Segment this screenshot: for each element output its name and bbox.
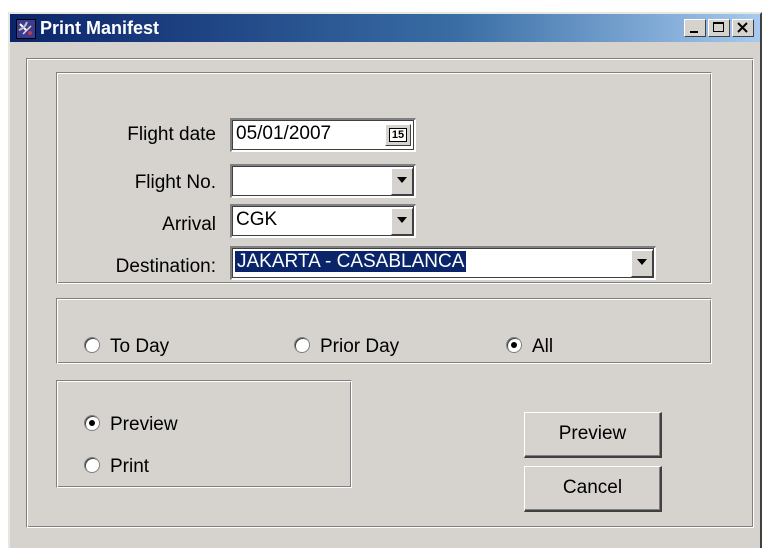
radio-circle-icon: [84, 337, 100, 353]
calendar-icon: 15: [388, 128, 408, 142]
close-button[interactable]: [732, 19, 754, 37]
close-icon: [737, 22, 748, 33]
radio-all[interactable]: All: [506, 336, 553, 358]
arrival-dropdown-button[interactable]: [391, 208, 413, 235]
chevron-down-icon: [397, 217, 407, 223]
radio-circle-icon: [84, 457, 100, 473]
flight-date-label: Flight date: [127, 124, 216, 145]
maximize-button[interactable]: [708, 19, 730, 37]
arrival-value: CGK: [236, 209, 278, 230]
flight-date-value: 05/01/2007: [236, 123, 332, 144]
destination-value: JAKARTA - CASABLANCA: [233, 250, 468, 273]
minimize-icon: [690, 31, 698, 33]
chevron-down-icon: [397, 177, 407, 183]
title-bar[interactable]: Print Manifest: [10, 14, 760, 42]
arrival-label: Arrival: [162, 214, 216, 235]
cancel-button[interactable]: Cancel: [524, 466, 662, 512]
radio-print-label: Print: [110, 456, 150, 477]
radio-today-label: To Day: [110, 336, 170, 357]
radio-prior-day-label: Prior Day: [320, 336, 400, 357]
destination-dropdown[interactable]: JAKARTA - CASABLANCA: [230, 246, 656, 280]
window-title: Print Manifest: [40, 18, 160, 38]
radio-selected-icon: [84, 415, 100, 431]
radio-selected-icon: [506, 337, 522, 353]
radio-prior-day[interactable]: Prior Day: [294, 336, 399, 358]
chevron-down-icon: [637, 259, 647, 265]
radio-all-label: All: [532, 336, 554, 357]
destination-label: Destination:: [115, 256, 216, 277]
flight-no-dropdown-button[interactable]: [391, 168, 413, 195]
radio-preview[interactable]: Preview: [84, 414, 178, 436]
radio-today[interactable]: To Day: [84, 336, 169, 358]
flight-no-dropdown[interactable]: [230, 164, 416, 198]
radio-print[interactable]: Print: [84, 456, 149, 478]
calendar-button[interactable]: 15: [385, 124, 411, 146]
satellite-dish-icon: [16, 19, 36, 39]
radio-circle-icon: [294, 337, 310, 353]
flight-date-field[interactable]: 05/01/2007 15: [230, 118, 416, 152]
preview-button[interactable]: Preview: [524, 412, 662, 458]
destination-dropdown-button[interactable]: [631, 250, 653, 277]
maximize-icon: [713, 22, 724, 32]
flight-no-label: Flight No.: [134, 172, 216, 193]
minimize-button[interactable]: [684, 19, 706, 37]
arrival-dropdown[interactable]: CGK: [230, 204, 416, 238]
radio-preview-label: Preview: [110, 414, 178, 435]
